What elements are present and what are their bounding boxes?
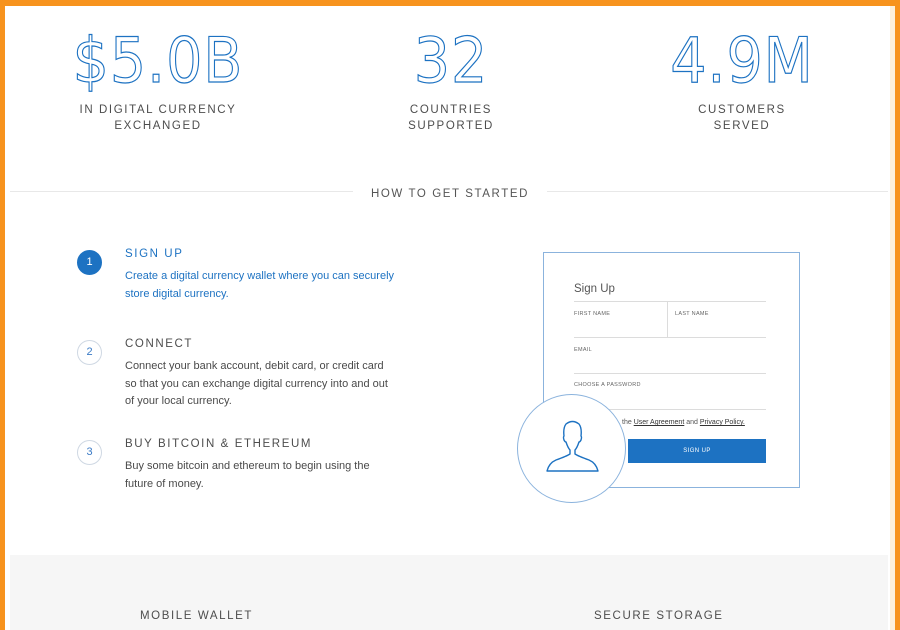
feature-secure-storage: SECURE STORAGE: [594, 610, 724, 622]
step-description: Create a digital currency wallet where y…: [125, 270, 395, 300]
field-divider: [574, 373, 766, 374]
field-divider: [667, 301, 668, 337]
stat-label-line: COUNTRIES: [409, 104, 493, 116]
steps-list: 1 SIGN UP Create a digital currency wall…: [77, 248, 407, 528]
agreement-prefix: the: [622, 419, 632, 426]
user-icon: [546, 420, 599, 472]
user-agreement-link[interactable]: User Agreement: [634, 419, 685, 426]
first-name-label: FIRST NAME: [574, 311, 611, 317]
last-name-label: LAST NAME: [675, 311, 709, 317]
stat-label-line: SERVED: [713, 120, 771, 132]
stat-label-line: IN DIGITAL CURRENCY: [79, 104, 237, 116]
step-number-badge: 1: [77, 250, 102, 275]
agreement-and: and: [686, 419, 698, 426]
stat-value: 32: [413, 24, 489, 97]
step-number-badge: 2: [77, 340, 102, 365]
stats-row: $5.0B IN DIGITAL CURRENCY EXCHANGED 32 C…: [0, 24, 900, 148]
avatar: [517, 394, 626, 503]
step-title: CONNECT: [125, 338, 194, 350]
step-description: Buy some bitcoin and ethereum to begin u…: [125, 460, 370, 490]
email-label: EMAIL: [574, 347, 593, 353]
step-item: 3 BUY BITCOIN & ETHEREUM Buy some bitcoi…: [77, 438, 407, 528]
stat-label-line: SUPPORTED: [408, 120, 494, 132]
section-heading: HOW TO GET STARTED: [0, 184, 900, 202]
signup-button[interactable]: SIGN UP: [628, 439, 766, 463]
field-divider: [574, 337, 766, 338]
step-title: BUY BITCOIN & ETHEREUM: [125, 438, 313, 450]
stat-label-line: EXCHANGED: [114, 120, 202, 132]
step-title: SIGN UP: [125, 248, 184, 260]
password-label: CHOOSE A PASSWORD: [574, 382, 641, 388]
stat-label: IN DIGITAL CURRENCY EXCHANGED: [38, 102, 278, 134]
frame-edge: [890, 0, 895, 630]
step-item: 2 CONNECT Connect your bank account, deb…: [77, 338, 407, 438]
agreement-text: the User Agreement and Privacy Policy.: [622, 419, 745, 426]
stat-label-line: CUSTOMERS: [698, 104, 786, 116]
feature-mobile-wallet: MOBILE WALLET: [140, 610, 254, 622]
card-title: Sign Up: [574, 283, 615, 295]
stat-label: COUNTRIES SUPPORTED: [331, 102, 571, 134]
stat-countries: 32 COUNTRIES SUPPORTED: [331, 24, 571, 134]
stat-label: CUSTOMERS SERVED: [622, 102, 862, 134]
stat-customers: 4.9M CUSTOMERS SERVED: [622, 24, 862, 134]
field-divider: [574, 301, 766, 302]
privacy-policy-link[interactable]: Privacy Policy.: [700, 419, 745, 426]
stat-exchanged: $5.0B IN DIGITAL CURRENCY EXCHANGED: [38, 24, 278, 134]
step-item: 1 SIGN UP Create a digital currency wall…: [77, 248, 407, 338]
stat-value: $5.0B: [72, 24, 244, 97]
step-description: Connect your bank account, debit card, o…: [125, 360, 388, 407]
section-title: HOW TO GET STARTED: [352, 188, 548, 200]
stat-value: 4.9M: [670, 24, 814, 97]
step-number-badge: 3: [77, 440, 102, 465]
